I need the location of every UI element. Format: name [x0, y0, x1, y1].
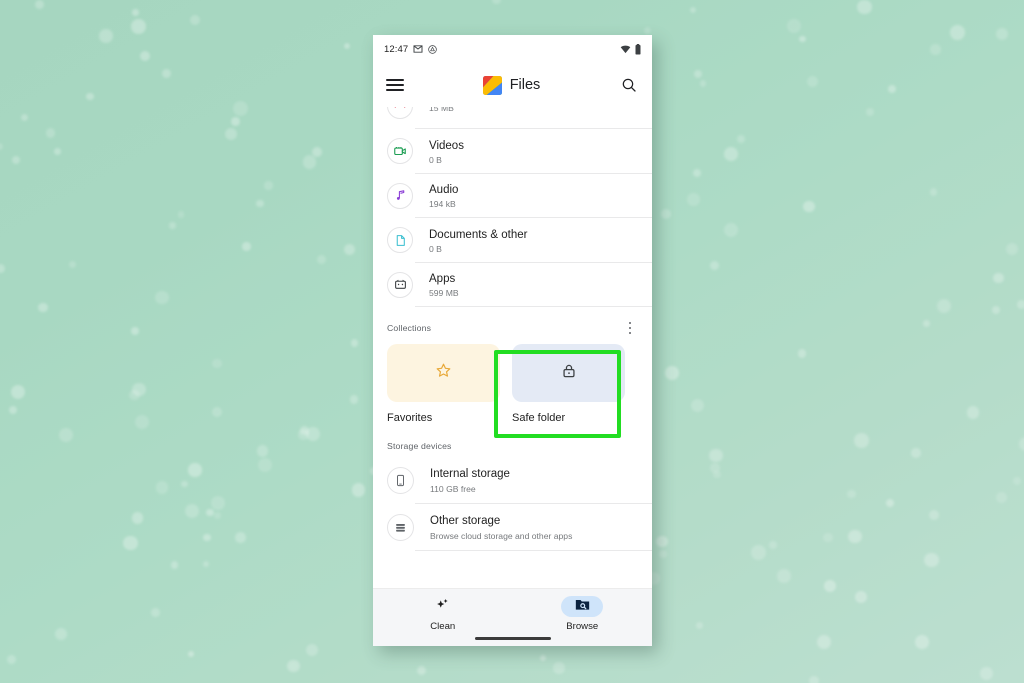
list-item-videos[interactable]: Videos 0 B: [373, 129, 652, 174]
content-scroll-area[interactable]: 15 MB Videos 0 B Audio 194 kB Documents …: [373, 107, 652, 588]
divider: [415, 550, 652, 551]
list-item-title: Videos: [429, 139, 464, 152]
list-item-internal-storage[interactable]: Internal storage 110 GB free: [373, 457, 652, 504]
list-item-other-storage[interactable]: Other storage Browse cloud storage and o…: [373, 504, 652, 551]
list-item-audio[interactable]: Audio 194 kB: [373, 174, 652, 218]
divider: [415, 306, 652, 307]
star-icon: [435, 362, 452, 384]
document-icon: [387, 227, 413, 254]
list-item-title: Apps: [429, 273, 456, 286]
list-item-size: 0 B: [429, 243, 442, 254]
status-bar: 12:47: [373, 35, 652, 63]
bottom-navigation-bar: Clean Browse: [373, 588, 652, 646]
wifi-icon: [620, 45, 631, 54]
collection-label: Safe folder: [512, 412, 566, 424]
collection-safe-folder[interactable]: Safe folder: [512, 344, 625, 424]
list-item-apps[interactable]: Apps 599 MB: [373, 263, 652, 307]
nav-item-clean[interactable]: Clean: [373, 596, 513, 632]
list-item-size: 194 kB: [429, 199, 456, 210]
list-item-size: 15 MB: [429, 107, 454, 113]
phone-mockup: 12:47 Files 15 MB Videos 0 B Audio 194 k…: [373, 35, 652, 646]
folder-search-icon: [574, 596, 591, 618]
section-label: Storage devices: [387, 441, 452, 451]
list-item-title: Documents & other: [429, 228, 528, 241]
video-camera-icon: [387, 138, 413, 165]
nav-label: Browse: [566, 621, 599, 632]
files-by-google-logo: [482, 75, 502, 95]
clean-pill[interactable]: [422, 596, 464, 617]
images-icon: [387, 107, 413, 120]
phone-icon: [387, 467, 414, 494]
list-item-subtitle: Browse cloud storage and other apps: [430, 530, 573, 541]
gesture-home-bar[interactable]: [474, 636, 551, 640]
list-icon: [387, 514, 414, 541]
nav-item-browse[interactable]: Browse: [513, 596, 653, 632]
list-item-title: Audio: [429, 184, 459, 197]
list-item-clipped[interactable]: 15 MB: [373, 107, 652, 129]
nav-label: Clean: [430, 621, 456, 632]
collection-label: Favorites: [387, 412, 433, 424]
sparkle-icon: [434, 596, 451, 618]
list-item-size: 0 B: [429, 154, 442, 165]
battery-icon: [635, 43, 641, 55]
list-item-title: Internal storage: [430, 467, 510, 480]
gmail-icon: [413, 45, 423, 53]
collection-favorites[interactable]: Favorites: [387, 344, 500, 424]
collections-row: Favorites Safe folder: [373, 344, 652, 438]
lock-icon: [561, 363, 577, 384]
music-note-icon: [387, 182, 413, 209]
browse-pill[interactable]: [561, 596, 604, 618]
list-item-title: Other storage: [430, 514, 501, 527]
list-item-subtitle: 110 GB free: [430, 483, 476, 494]
search-icon[interactable]: [619, 75, 639, 95]
favorites-tile[interactable]: [387, 344, 500, 402]
list-item-size: 599 MB: [429, 288, 459, 299]
collections-section-header: Collections: [373, 307, 652, 344]
app-bar: Files: [373, 63, 652, 107]
list-item-documents[interactable]: Documents & other 0 B: [373, 218, 652, 263]
app-title: Files: [509, 77, 541, 93]
section-label: Collections: [387, 323, 432, 333]
safe-folder-tile[interactable]: [512, 344, 625, 402]
status-bar-clock: 12:47: [384, 43, 409, 55]
storage-section-header: Storage devices: [373, 424, 652, 457]
drive-icon: [428, 44, 438, 54]
more-vert-icon[interactable]: [622, 319, 638, 337]
hamburger-menu-icon[interactable]: [386, 79, 404, 91]
apps-icon: [387, 271, 413, 298]
